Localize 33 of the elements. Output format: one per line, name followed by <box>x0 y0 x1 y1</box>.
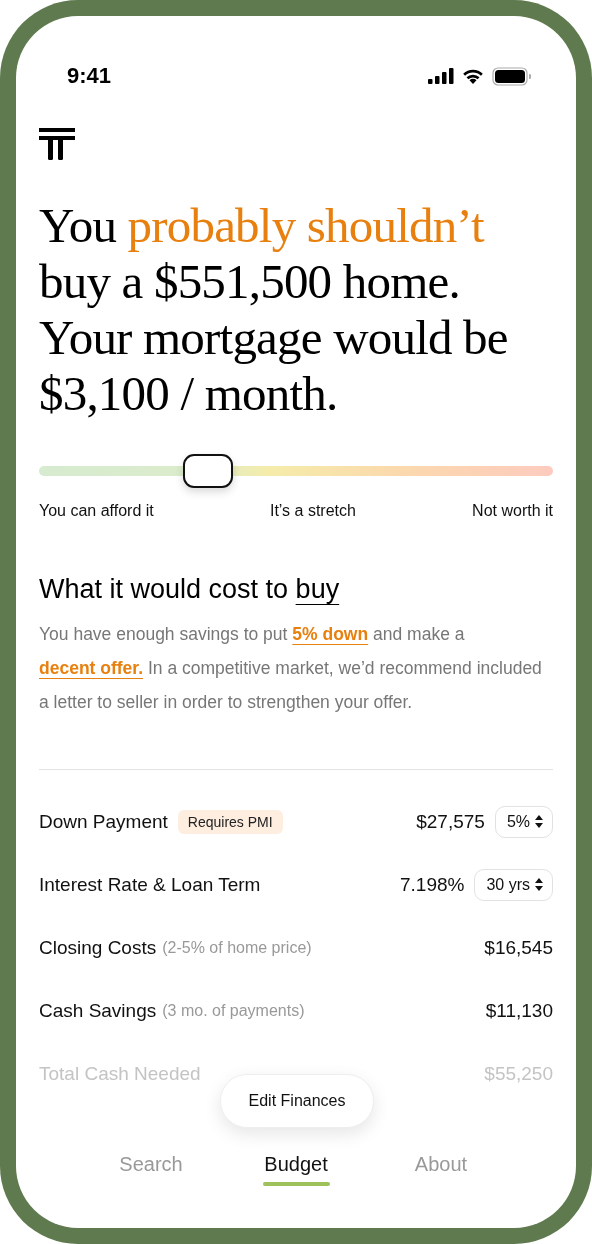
row-value: 7.198% <box>399 873 465 896</box>
row-label: Interest Rate & Loan Term <box>39 873 261 896</box>
row-label: Closing Costs <box>39 936 157 959</box>
select-dropdown[interactable]: 5% <box>494 805 553 838</box>
wifi-icon <box>461 67 485 85</box>
savings-paragraph: You have enough savings to put 5% down and make a decent offer. In a competitive market, we’d recommend included a letter to seller in order to strengthen your offer. <box>39 623 543 714</box>
row-note: (2-5% of home price) <box>162 938 312 957</box>
row-label: Down Payment <box>39 810 168 833</box>
status-time: 9:41 <box>67 63 112 89</box>
updown-icon <box>535 878 543 891</box>
updown-icon <box>535 815 543 828</box>
section-title: What it would cost to <box>39 574 290 604</box>
row-label: Cash Savings <box>39 999 157 1022</box>
select-dropdown[interactable]: 30 yrs <box>474 868 553 901</box>
edit-finances-button[interactable]: Edit Finances <box>220 1074 374 1128</box>
nav-tab[interactable]: Budget <box>223 1153 369 1186</box>
logo-icon <box>39 128 75 160</box>
buy-link[interactable]: buy <box>295 574 340 604</box>
row-note: (3 mo. of payments) <box>162 1001 305 1020</box>
pmi-badge: Requires PMI <box>177 809 283 834</box>
affordability-slider[interactable] <box>39 454 553 488</box>
row-label: Total Cash Needed <box>39 1062 201 1085</box>
row-value: $16,545 <box>484 936 553 959</box>
scale-label: Not worth it <box>472 502 553 520</box>
row-value: $55,250 <box>484 1062 553 1085</box>
battery-icon <box>492 66 531 86</box>
scale-label: You can afford it <box>39 502 154 520</box>
scale-label: It’s a stretch <box>269 502 356 520</box>
row-value: $27,575 <box>416 810 485 833</box>
signal-icon <box>428 68 454 84</box>
slider-thumb[interactable] <box>182 454 233 488</box>
row-value: $11,130 <box>485 999 553 1022</box>
headline: You probably shouldn’t buy a $551,500 home. Your mortgage would be $3,100 / month. <box>39 198 509 422</box>
